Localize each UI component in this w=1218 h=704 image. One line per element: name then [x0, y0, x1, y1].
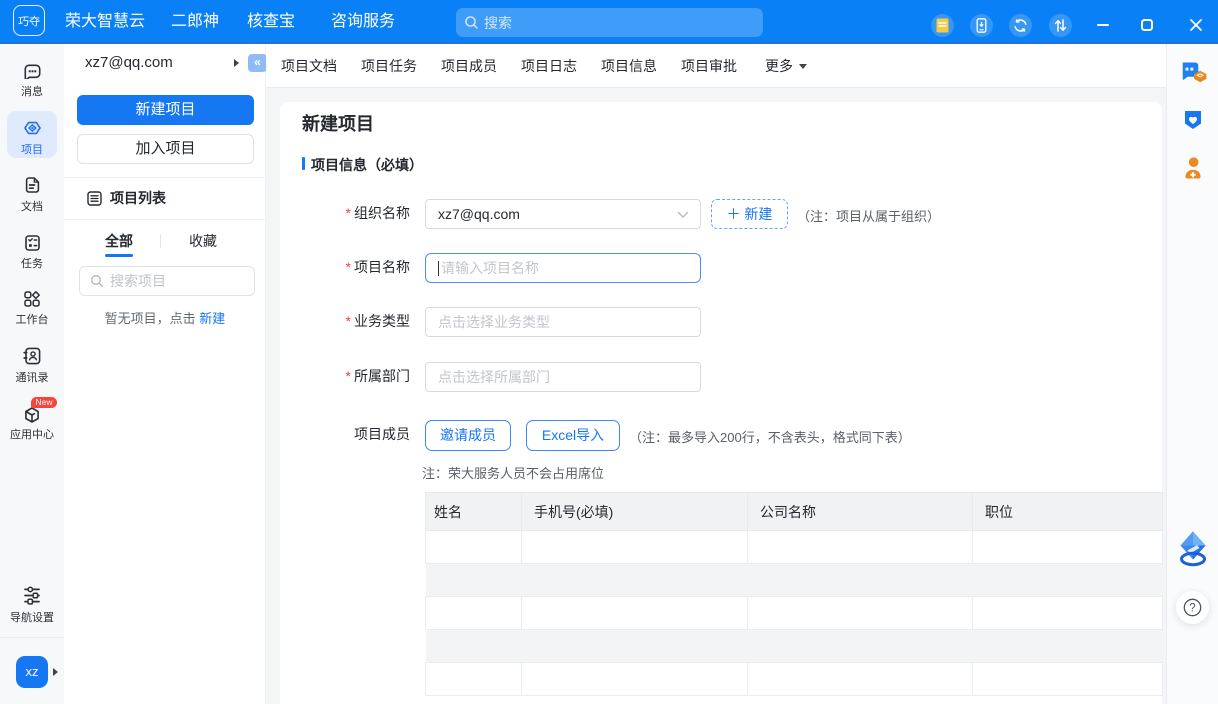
svg-text:?: ? [1189, 603, 1195, 615]
